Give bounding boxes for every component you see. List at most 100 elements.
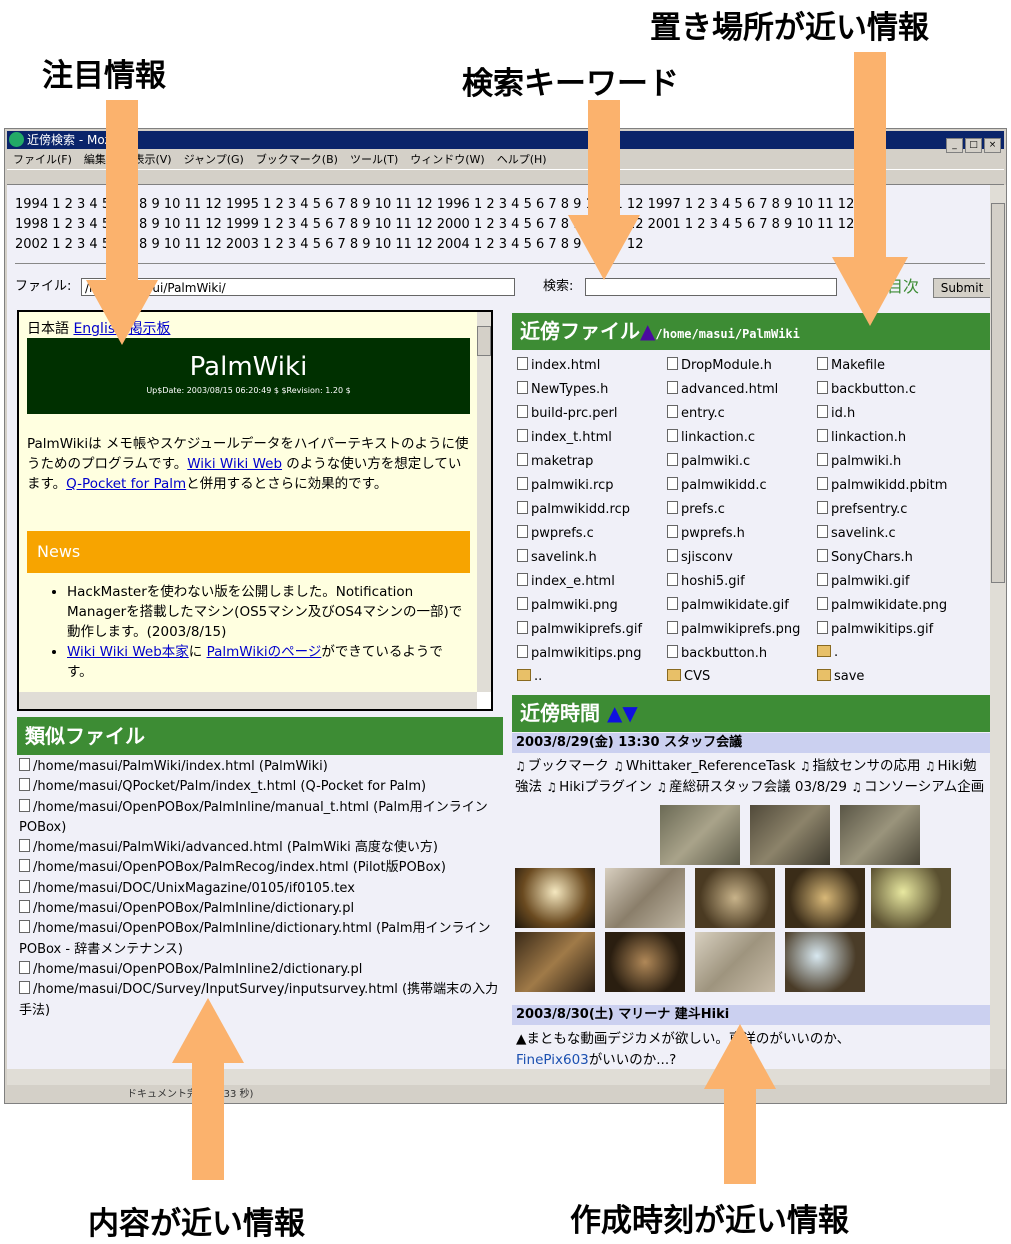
file-list-item[interactable]: save	[817, 669, 864, 684]
file-list-item[interactable]: index_t.html	[517, 429, 612, 445]
file-list-item[interactable]: linkaction.h	[817, 429, 906, 445]
photo-thumbnail[interactable]	[515, 868, 595, 928]
file-list-item[interactable]: palmwiki.c	[667, 453, 750, 469]
file-list-item[interactable]: hoshi5.gif	[667, 573, 745, 589]
file-list-item[interactable]: palmwikitips.png	[517, 645, 642, 661]
menu-item[interactable]: ファイル(F)	[13, 153, 72, 166]
file-list-item[interactable]: palmwikidd.c	[667, 477, 767, 493]
menu-item[interactable]: ウィンドウ(W)	[410, 153, 484, 166]
menu-item[interactable]: ブックマーク(B)	[256, 153, 338, 166]
file-list-item[interactable]: advanced.html	[667, 381, 778, 397]
event-link[interactable]: ブックマーク	[528, 758, 609, 774]
file-list-item[interactable]: palmwiki.rcp	[517, 477, 613, 493]
wikiwikiweb-home-link[interactable]: Wiki Wiki Web本家	[67, 644, 189, 660]
photo-thumbnail[interactable]	[605, 868, 685, 928]
similar-file-item[interactable]: /home/masui/PalmWiki/index.html (PalmWik…	[19, 757, 499, 777]
event-link[interactable]: コンソーシアム企画	[864, 779, 984, 795]
file-icon	[667, 405, 678, 418]
scroll-thumb[interactable]	[991, 203, 1005, 583]
photo-thumbnail[interactable]	[785, 932, 865, 992]
file-list-item[interactable]: pwprefs.h	[667, 525, 745, 541]
similar-file-item[interactable]: /home/masui/DOC/UnixMagazine/0105/if0105…	[19, 879, 499, 899]
file-list-item[interactable]: index_e.html	[517, 573, 615, 589]
file-list-item[interactable]: id.h	[817, 405, 855, 421]
file-list-item[interactable]: NewTypes.h	[517, 381, 608, 397]
menu-item[interactable]: ジャンプ(G)	[184, 153, 244, 166]
similar-file-item[interactable]: /home/masui/OpenPOBox/PalmRecog/index.ht…	[19, 858, 499, 878]
file-icon	[19, 778, 30, 792]
similar-file-item[interactable]: /home/masui/OpenPOBox/PalmInline/manual_…	[19, 798, 499, 839]
similar-file-item[interactable]: /home/masui/OpenPOBox/PalmInline/diction…	[19, 919, 499, 960]
file-list-item[interactable]: sjisconv	[667, 549, 733, 565]
photo-thumbnail[interactable]	[695, 868, 775, 928]
submit-button[interactable]: Submit	[933, 278, 990, 298]
photo-thumbnail[interactable]	[695, 932, 775, 992]
wikiwikiweb-link[interactable]: Wiki Wiki Web	[187, 456, 282, 472]
file-list-item[interactable]: index.html	[517, 357, 600, 373]
file-list-item[interactable]: ..	[517, 669, 542, 684]
file-list-item[interactable]: palmwikidate.gif	[667, 597, 789, 613]
scroll-thumb[interactable]	[477, 326, 491, 356]
frame-horizontal-scrollbar[interactable]	[19, 692, 477, 709]
file-list-item[interactable]: savelink.h	[517, 549, 597, 565]
palmwiki-page-link[interactable]: PalmWikiのページ	[207, 644, 322, 660]
file-list-item[interactable]: maketrap	[517, 453, 593, 469]
event-link[interactable]: Hikiプラグイン	[559, 779, 652, 795]
file-list-item[interactable]: savelink.c	[817, 525, 896, 541]
file-list-item[interactable]: linkaction.c	[667, 429, 755, 445]
qpocket-link[interactable]: Q-Pocket for Palm	[66, 476, 186, 492]
time-nav-arrows[interactable]: ▲▼	[607, 701, 638, 725]
file-list-item[interactable]: palmwikiprefs.gif	[517, 621, 642, 637]
file-name: hoshi5.gif	[681, 574, 745, 589]
page-vertical-scrollbar[interactable]	[990, 185, 1006, 1069]
photo-thumbnail[interactable]	[871, 868, 951, 928]
similar-file-item[interactable]: /home/masui/QPocket/Palm/index_t.html (Q…	[19, 777, 499, 797]
photo-thumbnail[interactable]	[840, 805, 920, 865]
file-name: palmwikidate.gif	[681, 598, 789, 613]
file-list-item[interactable]: palmwikitips.gif	[817, 621, 933, 637]
file-list-item[interactable]: palmwikiprefs.png	[667, 621, 800, 637]
file-list-item[interactable]: prefs.c	[667, 501, 725, 517]
file-list-item[interactable]: .	[817, 645, 838, 660]
similar-file-item[interactable]: /home/masui/PalmWiki/advanced.html (Palm…	[19, 838, 499, 858]
file-list-item[interactable]: SonyChars.h	[817, 549, 913, 565]
file-list-item[interactable]: palmwiki.h	[817, 453, 901, 469]
event-link[interactable]: Whittaker_ReferenceTask	[626, 758, 796, 774]
file-list-item[interactable]: Makefile	[817, 357, 885, 373]
file-name: savelink.c	[831, 526, 896, 541]
photo-thumbnail[interactable]	[605, 932, 685, 992]
event-link[interactable]: 産総研スタッフ会議 03/8/29	[669, 779, 847, 795]
file-list-item[interactable]: CVS	[667, 669, 710, 684]
palmwiki-banner: PalmWiki Up$Date: 2003/08/15 06:20:49 $ …	[27, 338, 470, 414]
photo-thumbnail[interactable]	[785, 868, 865, 928]
menu-item[interactable]: ヘルプ(H)	[497, 153, 547, 166]
file-list-item[interactable]: palmwikidd.pbitm	[817, 477, 947, 493]
file-list-item[interactable]: backbutton.h	[667, 645, 767, 661]
search-input[interactable]	[585, 278, 837, 296]
file-list-item[interactable]: prefsentry.c	[817, 501, 907, 517]
file-list-item[interactable]: entry.c	[667, 405, 725, 421]
callout-attention: 注目情報	[42, 58, 166, 94]
similar-file-item[interactable]: /home/masui/DOC/Survey/InputSurvey/input…	[19, 980, 499, 1021]
file-list-item[interactable]: palmwikidd.rcp	[517, 501, 630, 517]
parent-dir-icon[interactable]: ▲	[640, 319, 655, 343]
similar-file-item[interactable]: /home/masui/OpenPOBox/PalmInline/diction…	[19, 899, 499, 919]
frame-vertical-scrollbar[interactable]	[477, 312, 491, 692]
photo-thumbnail[interactable]	[660, 805, 740, 865]
menu-item[interactable]: ツール(T)	[350, 153, 398, 166]
file-list-item[interactable]: backbutton.c	[817, 381, 916, 397]
file-list-item[interactable]: pwprefs.c	[517, 525, 594, 541]
photo-thumbnail[interactable]	[750, 805, 830, 865]
file-list-item[interactable]: build-prc.perl	[517, 405, 617, 421]
arrow-shaft	[192, 1063, 224, 1180]
finepix-link[interactable]: FinePix603	[516, 1052, 589, 1068]
file-icon	[517, 477, 528, 490]
file-list-item[interactable]: palmwiki.png	[517, 597, 618, 613]
file-list-item[interactable]: palmwiki.gif	[817, 573, 909, 589]
file-list-item[interactable]: DropModule.h	[667, 357, 772, 373]
file-list-item[interactable]: palmwikidate.png	[817, 597, 947, 613]
photo-thumbnail[interactable]	[515, 932, 595, 992]
event-link[interactable]: 指紋センサの応用	[812, 758, 920, 774]
similar-file-item[interactable]: /home/masui/OpenPOBox/PalmInline2/dictio…	[19, 960, 499, 980]
page-horizontal-scrollbar[interactable]	[7, 1069, 990, 1085]
